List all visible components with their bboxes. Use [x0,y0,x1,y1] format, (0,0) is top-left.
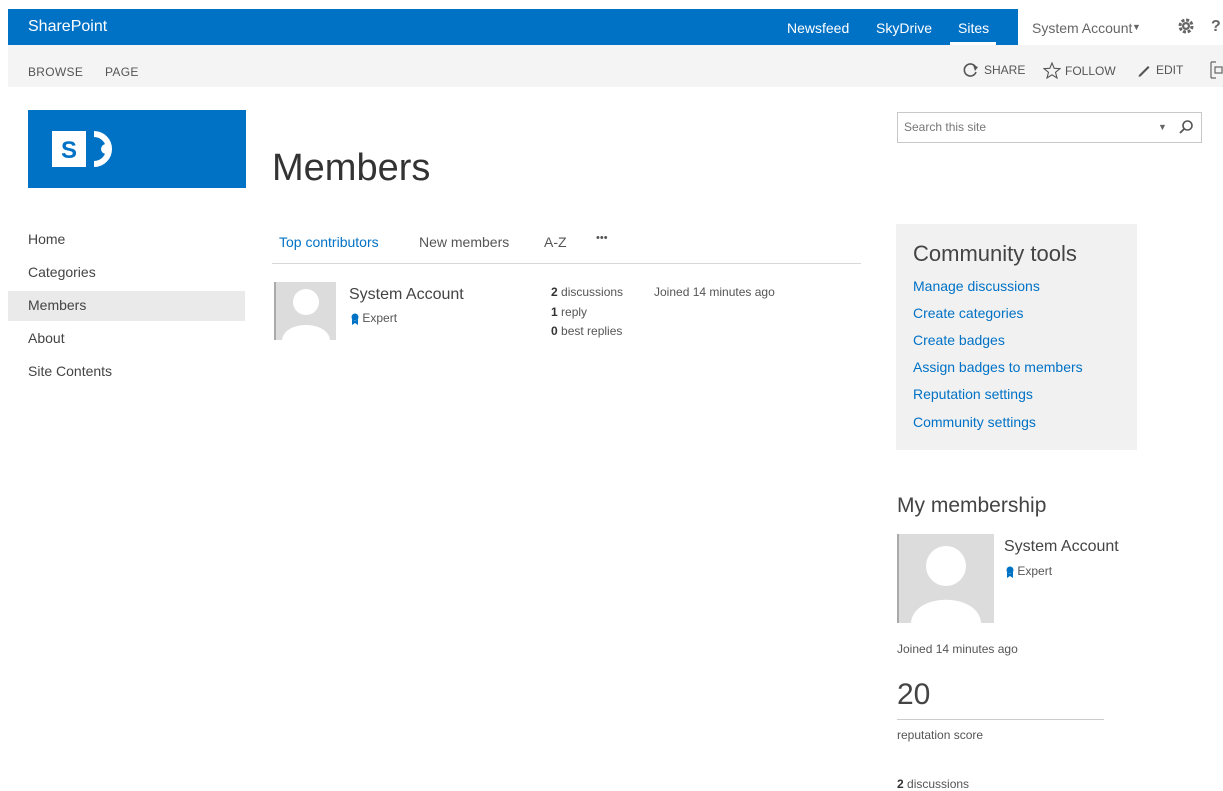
community-settings-link[interactable]: Community settings [913,414,1036,430]
person-placeholder-icon [911,546,981,623]
membership-name-link[interactable]: System Account [1004,538,1119,556]
discussions-label: discussions [561,285,624,299]
search-input[interactable] [904,118,1144,136]
skydrive-link[interactable]: SkyDrive [876,20,932,36]
nav-item-categories[interactable]: Categories [8,258,245,288]
member-replies-stat: 1 reply [551,305,587,319]
edit-button[interactable]: EDIT [1136,62,1183,78]
assign-badges-link[interactable]: Assign badges to members [913,359,1083,375]
sharepoint-logo-icon: S [52,131,112,167]
reputation-settings-link[interactable]: Reputation settings [913,386,1033,402]
brand-link[interactable]: SharePoint [28,18,107,36]
pencil-icon [1138,66,1150,77]
membership-joined: Joined 14 minutes ago [897,642,1018,656]
nav-item-label: Members [28,297,87,313]
nav-item-label: Categories [28,264,96,280]
nav-item-label: About [28,330,65,346]
membership-title: My membership [897,494,1047,517]
membership-discussions-label: discussions [907,777,970,791]
reputation-score-label: reputation score [897,728,984,742]
ribbon-badge-icon [351,313,359,325]
tab-a-z[interactable]: A-Z [544,234,567,250]
search-scope-dropdown-icon[interactable]: ▼ [1158,122,1167,132]
community-tools-panel: Community tools Manage discussions Creat… [896,224,1137,450]
gear-icon[interactable] [1176,16,1196,36]
tab-top-contributors[interactable]: Top contributors [279,234,379,250]
nav-item-about[interactable]: About [8,324,245,354]
member-row: System Account Expert 2 discussions 1 re… [274,280,864,342]
share-label: SHARE [984,63,1026,77]
create-categories-link[interactable]: Create categories [913,305,1024,321]
share-icon [963,63,978,77]
member-badge-label: Expert [362,311,398,325]
nav-item-label: Site Contents [28,363,113,379]
share-button[interactable]: SHARE [962,62,1025,78]
membership-discussions-count: 2 [897,777,904,791]
suite-user-area: System Account ▼ ? [1018,9,1223,45]
search-icon[interactable] [1178,119,1194,135]
membership-badge: Expert [1006,564,1052,578]
member-name-link[interactable]: System Account [349,286,464,304]
best-replies-label: best replies [561,324,623,338]
sites-link[interactable]: Sites [958,20,989,36]
community-tools-title: Community tools [913,241,1077,266]
member-avatar[interactable] [274,282,336,340]
more-options-icon[interactable]: ••• [596,232,608,244]
discussions-count: 2 [551,285,558,299]
replies-label: reply [561,305,588,319]
chevron-down-icon[interactable]: ▼ [1132,22,1141,32]
follow-button[interactable]: FOLLOW [1043,62,1116,79]
best-replies-count: 0 [551,324,558,338]
suite-bar: SharePoint Newsfeed SkyDrive Sites Syste… [8,9,1223,45]
nav-item-label: Home [28,231,66,247]
site-logo[interactable]: S [28,110,246,188]
reputation-score-value: 20 [897,678,931,711]
ribbon: BROWSE PAGE SHARE FOLLOW EDIT [8,45,1223,87]
membership-discussions-stat: 2 discussions [897,777,969,791]
edit-label: EDIT [1156,63,1184,77]
person-placeholder-icon [282,289,330,340]
user-menu[interactable]: System Account [1032,20,1132,36]
member-discussions-stat: 2 discussions [551,285,623,299]
tab-new-members[interactable]: New members [419,234,509,250]
membership-badge-label: Expert [1017,564,1053,578]
page-title: Members [272,147,431,189]
nav-item-members[interactable]: Members [8,291,245,321]
membership-avatar[interactable] [897,534,994,623]
newsfeed-link[interactable]: Newsfeed [787,20,849,36]
nav-item-site-contents[interactable]: Site Contents [8,357,245,387]
follow-label: FOLLOW [1065,63,1116,78]
replies-count: 1 [551,305,558,319]
create-badges-link[interactable]: Create badges [913,332,1005,348]
tab-page[interactable]: PAGE [105,65,139,79]
help-icon[interactable]: ? [1211,18,1221,36]
nav-item-home[interactable]: Home [8,225,245,255]
search-box: ▼ [897,112,1202,143]
tab-browse[interactable]: BROWSE [28,65,83,79]
ribbon-badge-icon [1006,566,1014,578]
star-icon [1043,62,1061,79]
svg-text:S: S [61,137,77,164]
tabs-divider [272,263,861,264]
member-badge: Expert [351,311,397,325]
score-divider [897,719,1104,720]
manage-discussions-link[interactable]: Manage discussions [913,278,1040,294]
focus-on-content-icon[interactable] [1210,61,1223,79]
member-joined: Joined 14 minutes ago [654,285,775,299]
member-best-replies-stat: 0 best replies [551,324,622,338]
